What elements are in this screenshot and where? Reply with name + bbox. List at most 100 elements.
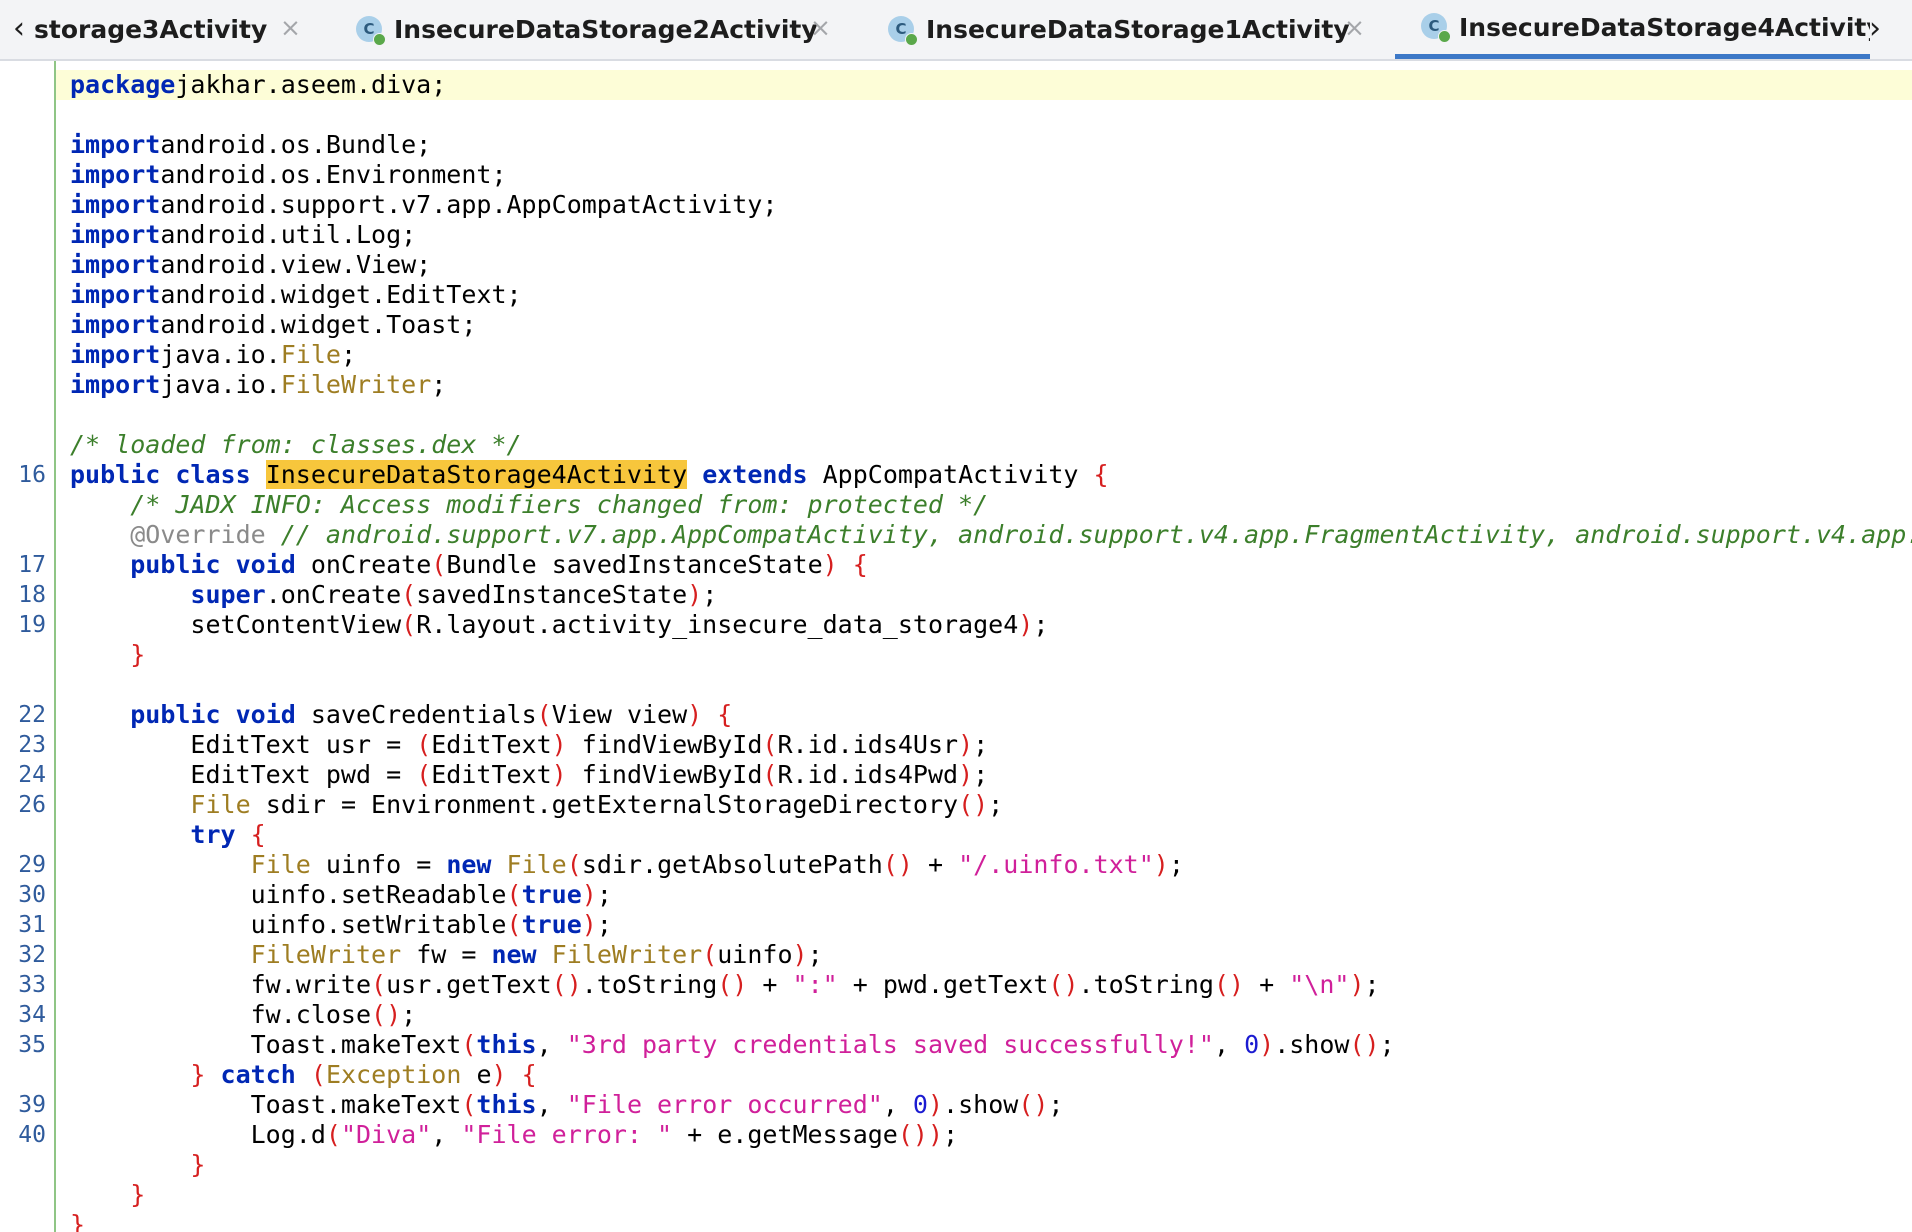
code-line[interactable]: @Override // android.support.v7.app.AppC… (56, 520, 1912, 550)
line-number: 18 (18, 582, 46, 608)
code-token: /* loaded from: classes.dex */ (70, 430, 522, 459)
line-number: 32 (18, 942, 46, 968)
code-area[interactable]: packagejakhar.aseem.diva; importandroid.o… (56, 61, 1912, 1232)
code-line[interactable]: importandroid.view.View; (56, 250, 1912, 280)
code-line[interactable]: } (56, 1180, 1912, 1210)
code-line[interactable]: importandroid.widget.Toast; (56, 310, 1912, 340)
code-token: ( (702, 940, 718, 969)
code-line[interactable] (56, 100, 1912, 130)
code-line[interactable]: importandroid.widget.EditText; (56, 280, 1912, 310)
scroll-tabs-left-icon[interactable]: ‹ (6, 10, 32, 46)
code-line[interactable]: importjava.io.FileWriter; (56, 370, 1912, 400)
code-token: ( (762, 730, 778, 759)
code-token: ; (1033, 610, 1049, 639)
line-number: 24 (18, 762, 46, 788)
code-line[interactable]: EditText usr = (EditText) findViewById(R… (56, 730, 1912, 760)
code-line[interactable]: Toast.makeText(this, "3rd party credenti… (56, 1030, 1912, 1060)
code-line[interactable]: try { (56, 820, 1912, 850)
code-line[interactable]: importandroid.os.Environment; (56, 160, 1912, 190)
code-line[interactable]: importandroid.util.Log; (56, 220, 1912, 250)
code-line[interactable]: fw.write(usr.getText().toString() + ":" … (56, 970, 1912, 1000)
code-token: true (521, 910, 582, 939)
code-line[interactable]: importjava.io.File; (56, 340, 1912, 370)
code-token: import (70, 310, 161, 339)
code-line[interactable]: /* JADX INFO: Access modifiers changed f… (56, 490, 1912, 520)
code-line[interactable]: fw.close(); (56, 1000, 1912, 1030)
code-line[interactable]: super.onCreate(savedInstanceState); (56, 580, 1912, 610)
close-tab-icon[interactable]: × (280, 13, 301, 42)
code-token: jakhar.aseem.diva; (175, 70, 447, 99)
scroll-tabs-right-icon[interactable]: › (1862, 10, 1888, 46)
code-line[interactable]: /* loaded from: classes.dex */ (56, 430, 1912, 460)
tab-insecure-data-storage1-activity[interactable]: C InsecureDataStorage1Activity × (888, 0, 1368, 59)
code-token: ; (973, 760, 989, 789)
code-token: ; (1168, 850, 1184, 879)
code-token: ()) (897, 1120, 944, 1149)
code-line-text: packagejakhar.aseem.diva; (70, 70, 446, 100)
code-token: () (551, 970, 582, 999)
code-token: 0 (1244, 1030, 1260, 1059)
code-token: java.io. (160, 370, 281, 399)
code-token: ( (506, 880, 522, 909)
code-token: ) (581, 880, 597, 909)
code-line[interactable] (56, 400, 1912, 430)
code-token: ) (958, 760, 974, 789)
code-line[interactable]: } (56, 1210, 1912, 1232)
java-class-file-icon: C (1421, 13, 1451, 43)
code-line[interactable]: public void onCreate(Bundle savedInstanc… (56, 550, 1912, 580)
code-line[interactable]: File sdir = Environment.getExternalStora… (56, 790, 1912, 820)
tab-storage3-activity[interactable]: storage3Activity × (34, 0, 334, 59)
code-line[interactable]: Log.d("Diva", "File error: " + e.getMess… (56, 1120, 1912, 1150)
code-line-text: fw.close(); (70, 1000, 417, 1030)
code-line[interactable] (56, 670, 1912, 700)
code-line-text: uinfo.setReadable(true); (70, 880, 612, 910)
code-token: ( (461, 1090, 477, 1119)
code-token: saveCredentials (295, 700, 537, 729)
code-line[interactable]: uinfo.setReadable(true); (56, 880, 1912, 910)
code-line[interactable]: EditText pwd = (EditText) findViewById(R… (56, 760, 1912, 790)
java-class-file-icon: C (356, 15, 386, 46)
code-token: ; (431, 370, 447, 399)
code-token: ; (596, 910, 612, 939)
code-line-text: importandroid.support.v7.app.AppCompatAc… (70, 190, 777, 220)
code-line[interactable]: setContentView(R.layout.activity_insecur… (56, 610, 1912, 640)
code-line-text: } (70, 1210, 85, 1232)
code-token: () (882, 850, 913, 879)
close-tab-icon[interactable]: × (1344, 13, 1365, 42)
code-line-text: importjava.io.File; (70, 340, 356, 370)
code-token: "File error occurred" (566, 1090, 883, 1119)
code-line[interactable]: public class InsecureDataStorage4Activit… (56, 460, 1912, 490)
code-line[interactable]: importandroid.support.v7.app.AppCompatAc… (56, 190, 1912, 220)
code-line[interactable]: } (56, 640, 1912, 670)
tab-insecure-data-storage2-activity[interactable]: C InsecureDataStorage2Activity × (356, 0, 836, 59)
code-line[interactable]: Toast.makeText(this, "File error occurre… (56, 1090, 1912, 1120)
code-line[interactable]: FileWriter fw = new FileWriter(uinfo); (56, 940, 1912, 970)
code-token: ) (927, 1090, 944, 1119)
code-line[interactable]: uinfo.setWritable(true); (56, 910, 1912, 940)
code-line-text: uinfo.setWritable(true); (70, 910, 612, 940)
code-token: R.id.ids4Usr (777, 730, 959, 759)
code-token: uinfo (717, 940, 793, 969)
code-token: .show (1274, 1030, 1350, 1059)
code-line-text: importandroid.widget.Toast; (70, 310, 476, 340)
code-token: "3rd party credentials saved successfull… (566, 1030, 1214, 1059)
code-line[interactable]: importandroid.os.Bundle; (56, 130, 1912, 160)
code-token: } (190, 1060, 206, 1089)
code-token: } (70, 1210, 86, 1232)
code-token: ) (1259, 1030, 1275, 1059)
line-number: 22 (18, 702, 46, 728)
code-line[interactable]: } catch (Exception e) { (56, 1060, 1912, 1090)
close-tab-icon[interactable]: × (810, 13, 831, 42)
code-token: ) (1349, 970, 1365, 999)
tab-insecure-data-storage4-activity[interactable]: C InsecureDataStorage4Activity (1395, 0, 1870, 59)
line-number: 31 (18, 912, 46, 938)
code-line[interactable]: public void saveCredentials(View view) { (56, 700, 1912, 730)
code-line[interactable]: packagejakhar.aseem.diva; (56, 70, 1912, 100)
code-line[interactable]: } (56, 1150, 1912, 1180)
code-line[interactable]: File uinfo = new File(sdir.getAbsolutePa… (56, 850, 1912, 880)
code-editor[interactable]: 16 17 18 19 22 23 24 26 29 30 31 32 33 34 35 39 40 packa… (0, 61, 1912, 1232)
code-token: + (912, 850, 959, 879)
